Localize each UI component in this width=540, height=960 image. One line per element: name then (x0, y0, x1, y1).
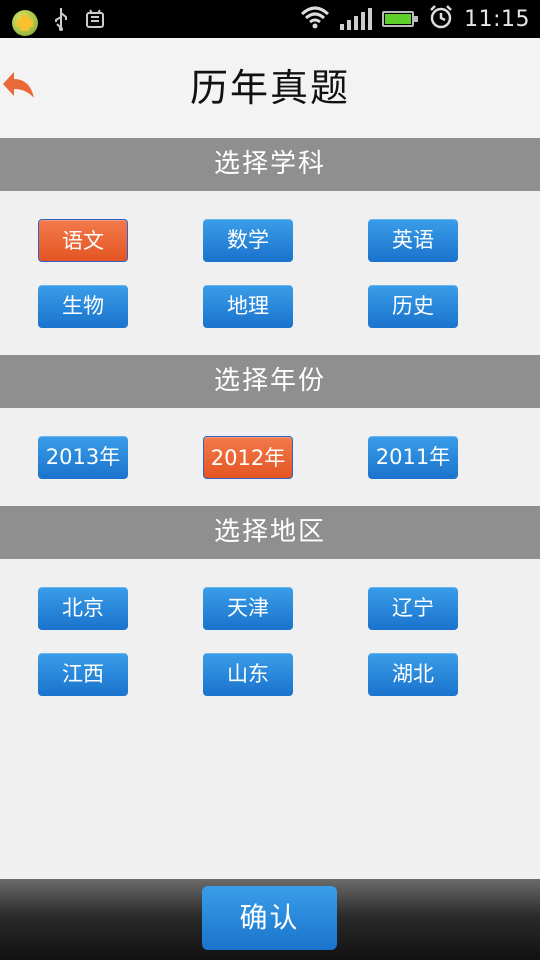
usb-icon (52, 7, 70, 38)
wifi-icon (300, 4, 330, 34)
subject-option[interactable]: 语文 (38, 219, 128, 262)
year-option[interactable]: 2012年 (203, 436, 293, 479)
android-debug-icon (84, 6, 106, 39)
region-option[interactable]: 山东 (203, 653, 293, 696)
status-bar: 11:15 (0, 0, 540, 38)
status-right-icons: 11:15 (300, 4, 530, 34)
region-option[interactable]: 北京 (38, 587, 128, 630)
signal-icon (340, 8, 373, 30)
alarm-icon (428, 4, 454, 34)
region-option[interactable]: 江西 (38, 653, 128, 696)
subject-option[interactable]: 数学 (203, 219, 293, 262)
region-section-header: 选择地区 (0, 506, 540, 559)
year-section-header: 选择年份 (0, 355, 540, 408)
subject-option[interactable]: 历史 (368, 285, 458, 328)
region-option[interactable]: 湖北 (368, 653, 458, 696)
battery-icon (382, 11, 419, 27)
page-title: 历年真题 (189, 66, 350, 110)
region-option[interactable]: 辽宁 (368, 587, 458, 630)
confirm-button[interactable]: 确认 (202, 886, 337, 950)
battery-level-fill (385, 14, 412, 24)
region-option[interactable]: 天津 (203, 587, 293, 630)
title-bar: 历年真题 (0, 38, 540, 138)
subject-option[interactable]: 英语 (368, 219, 458, 262)
subject-option[interactable]: 生物 (38, 285, 128, 328)
clock-time: 11:15 (464, 6, 530, 32)
year-option[interactable]: 2013年 (38, 436, 128, 479)
status-left-icons (12, 6, 106, 39)
subject-option[interactable]: 地理 (203, 285, 293, 328)
subject-section-header: 选择学科 (0, 138, 540, 191)
app-plus-icon (12, 9, 38, 36)
bottom-bar: 确认 (0, 879, 540, 960)
year-option[interactable]: 2011年 (368, 436, 458, 479)
